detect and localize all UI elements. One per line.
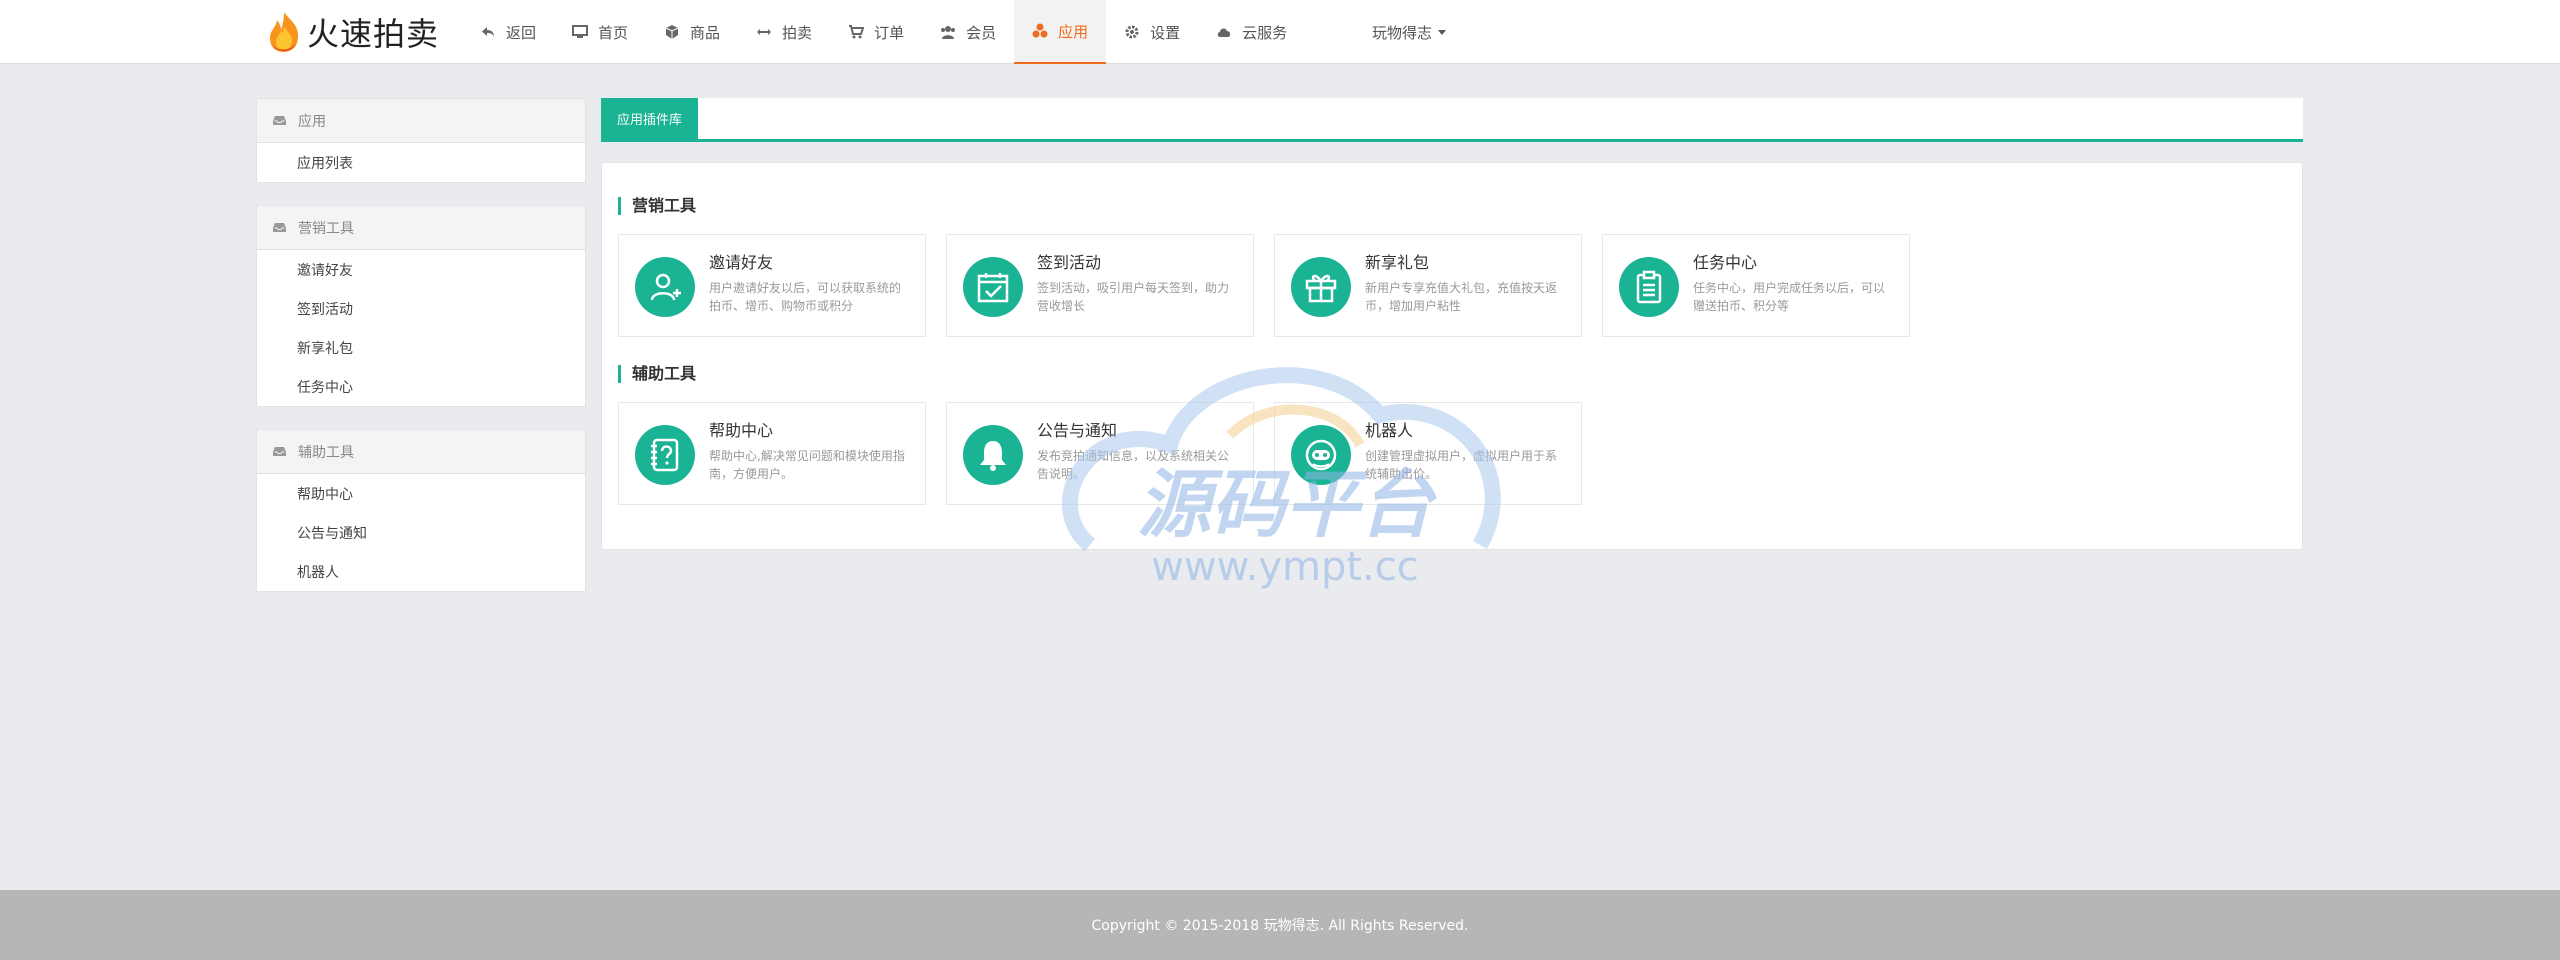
sidebar-item-app-list[interactable]: 应用列表 [257, 143, 585, 182]
nav-item-goods[interactable]: 商品 [646, 0, 738, 64]
cube-icon [665, 25, 679, 39]
sidebar-item-label: 机器人 [297, 564, 339, 581]
nav-item-apps[interactable]: 应用 [1014, 0, 1107, 64]
nav-item-label: 拍卖 [782, 23, 813, 42]
sidebar-item-help[interactable]: 帮助中心 [257, 474, 585, 513]
sidebar-item-invite[interactable]: 邀请好友 [257, 250, 585, 289]
sidebar-item-label: 帮助中心 [297, 486, 353, 503]
watermark-title: 源码平台 [1137, 462, 1437, 548]
brand-logo[interactable]: 火速拍卖 [265, 10, 439, 54]
watermark-url: www.ympt.cc [1151, 544, 1419, 590]
question-book-icon [651, 438, 679, 472]
card-help-center[interactable]: 帮助中心 帮助中心,解决常见问题和模块使用指南，方便用户。 [618, 402, 926, 505]
sidebar-group-marketing: 营销工具 邀请好友 签到活动 新享礼包 任务中心 [256, 205, 586, 407]
users-icon [941, 26, 956, 39]
brand-name: 火速拍卖 [307, 15, 440, 53]
card-title: 任务中心 [1693, 253, 1758, 272]
nav-item-label: 商品 [690, 23, 721, 42]
top-navbar: 火速拍卖 返回 首页 商品 拍卖 订单 会员 应用 设置 云服务 玩物得志 [0, 0, 2560, 64]
card-icon-wrap [635, 257, 695, 317]
user-menu[interactable]: 玩物得志 [1372, 0, 1447, 64]
nav-item-settings[interactable]: 设置 [1106, 0, 1198, 64]
card-icon-wrap [963, 257, 1023, 317]
sidebar-group-aux: 辅助工具 帮助中心 公告与通知 机器人 [256, 429, 586, 592]
card-icon-wrap [635, 425, 695, 485]
card-title: 新享礼包 [1365, 253, 1430, 272]
inbox-icon [273, 223, 286, 232]
tab-plugin-library[interactable]: 应用插件库 [601, 98, 699, 139]
nav-item-back[interactable]: 返回 [462, 0, 554, 64]
card-desc: 帮助中心,解决常见问题和模块使用指南，方便用户。 [709, 449, 905, 481]
sidebar-group-header: 应用 [257, 99, 585, 143]
card-icon-wrap [963, 425, 1023, 485]
bell-icon [980, 441, 1006, 471]
card-icon-wrap [1291, 257, 1351, 317]
card-checkin[interactable]: 签到活动 签到活动，吸引用户每天签到，助力营收增长 [946, 234, 1254, 337]
nav-item-home[interactable]: 首页 [554, 0, 646, 64]
nav-item-auction[interactable]: 拍卖 [738, 0, 830, 64]
sidebar-group-header: 营销工具 [257, 206, 585, 250]
sidebar-item-label: 新享礼包 [297, 340, 353, 357]
card-title: 签到活动 [1037, 253, 1102, 272]
gift-icon [1305, 274, 1337, 303]
card-desc: 任务中心，用户完成任务以后，可以赠送拍币、积分等 [1693, 281, 1886, 313]
nav-item-label: 订单 [874, 23, 905, 42]
reply-icon [482, 27, 494, 37]
gear-icon [1125, 25, 1139, 39]
apps-icon [1032, 23, 1048, 38]
sidebar-item-checkin[interactable]: 签到活动 [257, 289, 585, 328]
nav-item-label: 云服务 [1242, 23, 1288, 42]
flame-logo-icon [270, 12, 299, 52]
nav-item-cloud[interactable]: 云服务 [1198, 0, 1305, 64]
user-name: 玩物得志 [1372, 23, 1433, 42]
sidebar-item-label: 公告与通知 [297, 525, 367, 542]
calendar-check-icon [977, 273, 1009, 303]
card-desc: 用户邀请好友以后，可以获取系统的拍币、增币、购物币或积分 [709, 281, 902, 313]
card-icon-wrap [1619, 257, 1679, 317]
caret-down-icon [1438, 29, 1447, 35]
card-invite-friends[interactable]: 邀请好友 用户邀请好友以后，可以获取系统的拍币、增币、购物币或积分 [618, 234, 926, 337]
card-newbie-gift[interactable]: 新享礼包 新用户专享充值大礼包，充值按天返币，增加用户粘性 [1274, 234, 1582, 337]
sidebar-item-task-center[interactable]: 任务中心 [257, 367, 585, 406]
sidebar-group-header: 辅助工具 [257, 430, 585, 474]
nav-item-label: 设置 [1150, 23, 1181, 42]
section-title-aux: 辅助工具 [618, 365, 696, 383]
sidebar-group-apps: 应用 应用列表 [256, 98, 586, 183]
sidebar-group-title: 辅助工具 [298, 444, 354, 461]
desktop-icon [572, 25, 589, 38]
nav-item-orders[interactable]: 订单 [830, 0, 922, 64]
inbox-icon [273, 116, 286, 125]
card-desc: 签到活动，吸引用户每天签到，助力营收增长 [1037, 281, 1230, 313]
sidebar-group-title: 应用 [298, 113, 326, 130]
sidebar-item-label: 邀请好友 [297, 262, 353, 279]
card-task-center[interactable]: 任务中心 任务中心，用户完成任务以后，可以赠送拍币、积分等 [1602, 234, 1910, 337]
nav-item-label: 会员 [966, 23, 997, 42]
sidebar-item-label: 任务中心 [297, 379, 353, 396]
tab-bar: 应用插件库 [601, 98, 2303, 142]
sidebar-item-robot[interactable]: 机器人 [257, 552, 585, 591]
user-plus-icon [650, 273, 681, 301]
sidebar-item-newbie-gift[interactable]: 新享礼包 [257, 328, 585, 367]
footer-copyright: Copyright © 2015-2018 玩物得志. All Rights R… [1091, 918, 1469, 934]
nav-item-label: 应用 [1058, 22, 1089, 41]
footer: Copyright © 2015-2018 玩物得志. All Rights R… [0, 890, 2560, 960]
watermark-logo: 源码平台 www.ympt.cc [1062, 367, 1501, 590]
sidebar-group-title: 营销工具 [298, 220, 354, 237]
inbox-icon [273, 447, 286, 456]
sidebar-item-label: 应用列表 [297, 155, 353, 172]
sidebar-item-notice[interactable]: 公告与通知 [257, 513, 585, 552]
clipboard-icon [1636, 270, 1662, 304]
section-title-marketing: 营销工具 [618, 197, 696, 215]
nav-item-members[interactable]: 会员 [922, 0, 1014, 64]
main-nav: 返回 首页 商品 拍卖 订单 会员 应用 设置 云服务 [462, 0, 1305, 64]
nav-item-label: 首页 [598, 23, 629, 42]
card-title: 邀请好友 [709, 253, 774, 272]
nav-item-label: 返回 [506, 23, 537, 42]
card-title: 帮助中心 [709, 421, 774, 440]
sidebar-item-label: 签到活动 [297, 301, 353, 318]
card-desc: 新用户专享充值大礼包，充值按天返币，增加用户粘性 [1365, 281, 1558, 313]
arrows-h-icon [757, 29, 772, 35]
cart-icon [849, 25, 865, 39]
cloud-icon [1217, 28, 1231, 37]
